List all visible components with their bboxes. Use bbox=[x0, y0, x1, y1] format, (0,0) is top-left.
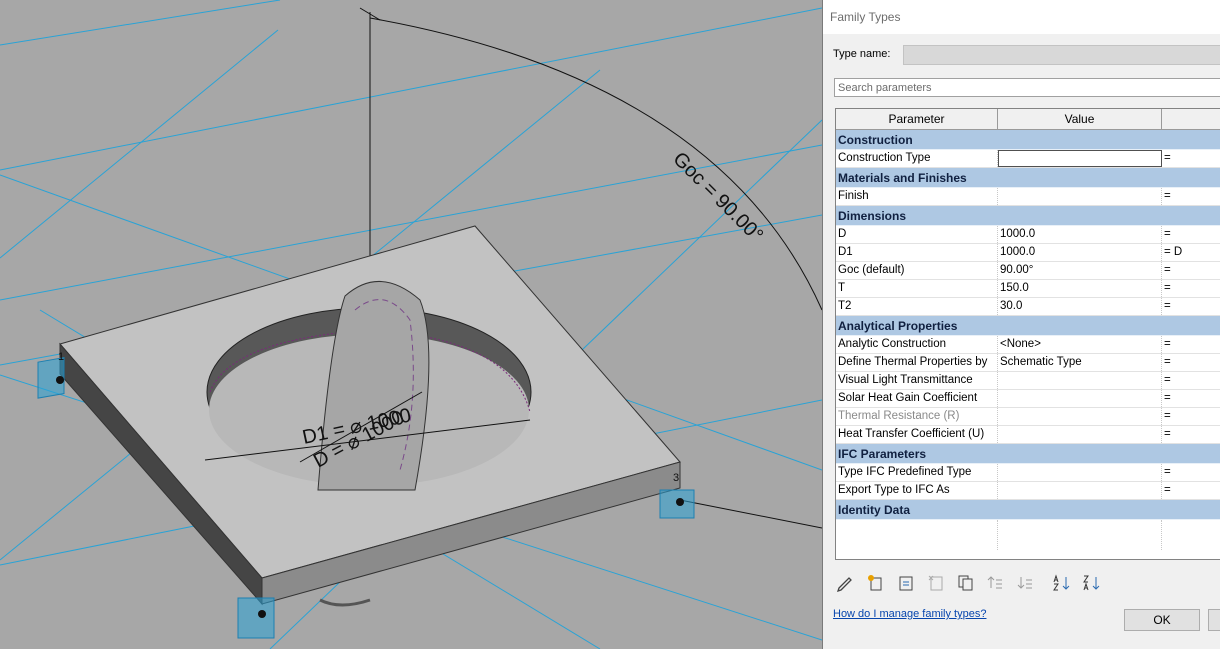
parameter-value[interactable] bbox=[998, 408, 1162, 425]
title-bar[interactable]: Family Types bbox=[823, 0, 1220, 34]
parameter-name: Solar Heat Gain Coefficient bbox=[836, 390, 998, 407]
parameter-formula[interactable]: = bbox=[1162, 426, 1220, 443]
sort-ascending-icon[interactable] bbox=[1051, 572, 1073, 594]
parameter-row[interactable]: Construction Type = bbox=[836, 150, 1220, 168]
corner-label: 3 bbox=[673, 472, 679, 484]
parameter-name: Visual Light Transmittance bbox=[836, 372, 998, 389]
ok-button[interactable]: OK bbox=[1124, 609, 1200, 631]
parameter-formula[interactable]: = bbox=[1162, 280, 1220, 297]
parameter-formula[interactable]: = bbox=[1162, 372, 1220, 389]
parameter-row[interactable]: Heat Transfer Coefficient (U) = bbox=[836, 426, 1220, 444]
parameter-value[interactable]: Schematic Type bbox=[998, 354, 1162, 371]
parameter-toolbar bbox=[835, 572, 1111, 594]
parameter-value[interactable] bbox=[998, 372, 1162, 389]
parameter-formula[interactable]: = bbox=[1162, 390, 1220, 407]
parameter-row[interactable]: Solar Heat Gain Coefficient = bbox=[836, 390, 1220, 408]
sort-descending-icon[interactable] bbox=[1081, 572, 1103, 594]
parameter-value[interactable] bbox=[998, 150, 1162, 167]
parameter-name: Goc (default) bbox=[836, 262, 998, 279]
group-header[interactable]: Construction bbox=[836, 130, 1220, 150]
corner-label: 1 bbox=[58, 351, 64, 363]
move-up-icon[interactable] bbox=[985, 572, 1007, 594]
parameter-formula[interactable]: = bbox=[1162, 482, 1220, 499]
parameter-name: Analytic Construction bbox=[836, 336, 998, 353]
parameter-row[interactable]: Finish = bbox=[836, 188, 1220, 206]
column-header-value[interactable]: Value bbox=[998, 109, 1162, 129]
new-parameter-icon[interactable] bbox=[865, 572, 887, 594]
group-header[interactable]: IFC Parameters bbox=[836, 444, 1220, 464]
move-down-icon[interactable] bbox=[1015, 572, 1037, 594]
parameter-row[interactable]: T2 30.0 = bbox=[836, 298, 1220, 316]
parameter-value[interactable]: 90.00° bbox=[998, 262, 1162, 279]
parameter-value[interactable] bbox=[998, 390, 1162, 407]
edit-pencil-icon[interactable] bbox=[835, 572, 857, 594]
parameter-formula[interactable]: = bbox=[1162, 464, 1220, 481]
grid-header: Parameter Value bbox=[836, 109, 1220, 130]
parameter-name: Heat Transfer Coefficient (U) bbox=[836, 426, 998, 443]
group-header[interactable]: Analytical Properties bbox=[836, 316, 1220, 336]
parameter-formula[interactable]: = bbox=[1162, 298, 1220, 315]
group-header[interactable]: Identity Data bbox=[836, 500, 1220, 520]
parameter-formula[interactable]: = D bbox=[1162, 244, 1220, 261]
parameter-value[interactable] bbox=[998, 464, 1162, 481]
parameter-name: Export Type to IFC As bbox=[836, 482, 998, 499]
parameter-value[interactable]: 1000.0 bbox=[998, 226, 1162, 243]
parameter-name: Define Thermal Properties by bbox=[836, 354, 998, 371]
group-header[interactable]: Dimensions bbox=[836, 206, 1220, 226]
parameter-formula[interactable]: = bbox=[1162, 408, 1220, 425]
empty-cell bbox=[998, 520, 1162, 550]
edit-parameter-icon[interactable] bbox=[895, 572, 917, 594]
delete-parameter-icon[interactable] bbox=[925, 572, 947, 594]
parameter-row[interactable]: Export Type to IFC As = bbox=[836, 482, 1220, 500]
parameter-row[interactable]: D 1000.0 = bbox=[836, 226, 1220, 244]
parameter-row[interactable]: D1 1000.0 = D bbox=[836, 244, 1220, 262]
empty-row bbox=[836, 520, 1220, 550]
cancel-button[interactable] bbox=[1208, 609, 1220, 631]
parameter-formula[interactable]: = bbox=[1162, 226, 1220, 243]
parameter-row[interactable]: Type IFC Predefined Type = bbox=[836, 464, 1220, 482]
column-header-parameter[interactable]: Parameter bbox=[836, 109, 998, 129]
parameter-grid: Parameter Value Construction Construction… bbox=[835, 108, 1220, 560]
parameter-name: D1 bbox=[836, 244, 998, 261]
parameter-formula[interactable]: = bbox=[1162, 336, 1220, 353]
copy-icon[interactable] bbox=[955, 572, 977, 594]
empty-cell bbox=[836, 520, 998, 550]
parameter-row[interactable]: Goc (default) 90.00° = bbox=[836, 262, 1220, 280]
parameter-formula[interactable]: = bbox=[1162, 354, 1220, 371]
parameter-value[interactable]: 150.0 bbox=[998, 280, 1162, 297]
search-parameters-input[interactable] bbox=[834, 78, 1220, 97]
parameter-row[interactable]: T 150.0 = bbox=[836, 280, 1220, 298]
parameter-name: D bbox=[836, 226, 998, 243]
parameter-formula[interactable]: = bbox=[1162, 188, 1220, 205]
3d-viewport[interactable]: 1 3 Goc = 90.00° D1 = ⌀ 1000 D = ⌀ 1000 bbox=[0, 0, 822, 649]
parameter-value[interactable] bbox=[998, 482, 1162, 499]
parameter-value[interactable] bbox=[998, 188, 1162, 205]
parameter-row[interactable]: Analytic Construction <None> = bbox=[836, 336, 1220, 354]
parameter-name: T2 bbox=[836, 298, 998, 315]
column-header-formula[interactable] bbox=[1162, 109, 1220, 129]
parameter-value[interactable] bbox=[998, 426, 1162, 443]
parameter-value[interactable]: 1000.0 bbox=[998, 244, 1162, 261]
parameter-name: Thermal Resistance (R) bbox=[836, 408, 998, 425]
parameter-name: Finish bbox=[836, 188, 998, 205]
help-link[interactable]: How do I manage family types? bbox=[833, 608, 986, 620]
parameter-formula[interactable]: = bbox=[1162, 262, 1220, 279]
parameter-row[interactable]: Define Thermal Properties by Schematic Ty… bbox=[836, 354, 1220, 372]
parameter-formula[interactable]: = bbox=[1162, 150, 1220, 167]
empty-cell bbox=[1162, 520, 1220, 550]
parameter-row[interactable]: Thermal Resistance (R) = bbox=[836, 408, 1220, 426]
parameter-name: Construction Type bbox=[836, 150, 998, 167]
group-header[interactable]: Materials and Finishes bbox=[836, 168, 1220, 188]
type-name-label: Type name: bbox=[833, 48, 891, 60]
parameter-value[interactable]: 30.0 bbox=[998, 298, 1162, 315]
parameter-value[interactable]: <None> bbox=[998, 336, 1162, 353]
family-types-dialog: Family Types Type name: Parameter Value … bbox=[822, 0, 1220, 649]
dialog-title: Family Types bbox=[830, 10, 901, 24]
parameter-name: Type IFC Predefined Type bbox=[836, 464, 998, 481]
parameter-name: T bbox=[836, 280, 998, 297]
parameter-row[interactable]: Visual Light Transmittance = bbox=[836, 372, 1220, 390]
type-name-field[interactable] bbox=[903, 45, 1220, 65]
